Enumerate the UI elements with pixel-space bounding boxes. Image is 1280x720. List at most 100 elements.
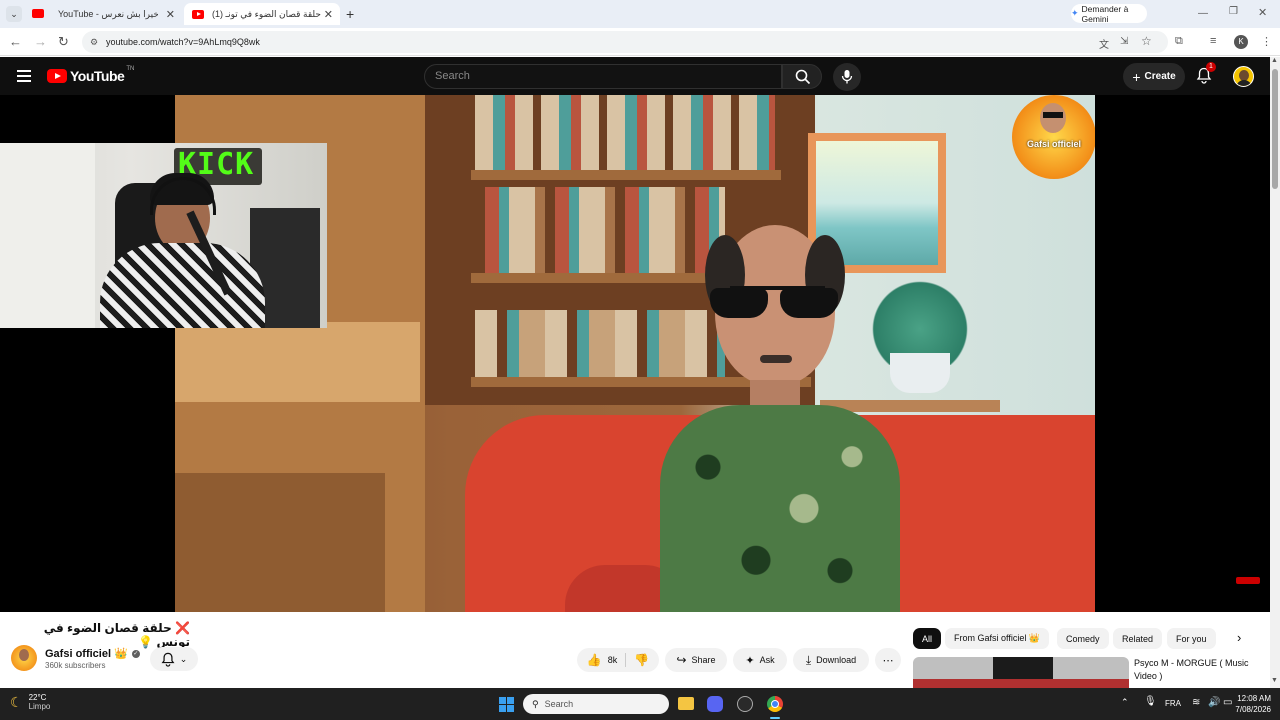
forward-icon[interactable]: → — [34, 34, 47, 49]
recommended-thumbnail[interactable] — [913, 657, 1129, 688]
sparkle-icon: ✦ — [745, 654, 755, 667]
notification-badge: 1 — [1206, 62, 1216, 72]
recommended-title[interactable]: Psyco M - MORGUE ( Music Video ) — [1134, 657, 1264, 683]
discord-icon[interactable] — [707, 696, 723, 712]
ask-label: Ask — [759, 655, 775, 665]
chip-for-you[interactable]: For you — [1167, 628, 1216, 649]
download-icon: ⤓ — [805, 652, 812, 667]
more-actions-button[interactable]: ⋯ — [875, 648, 901, 672]
chip-all[interactable]: All — [913, 628, 942, 649]
channel-avatar[interactable] — [11, 645, 37, 671]
share-label: Share — [691, 655, 716, 665]
close-window-icon[interactable]: ✕ — [1258, 6, 1267, 19]
country-code: TN — [126, 66, 135, 72]
weather-widget[interactable]: ☾ 22°C Limpo — [10, 693, 50, 711]
reload-icon[interactable]: ↻ — [58, 34, 69, 50]
install-icon[interactable]: ⇲ — [1120, 36, 1128, 47]
webcam-overlay: KICK — [0, 143, 327, 328]
chip-label: For you — [1176, 633, 1207, 644]
chip-related[interactable]: Related — [1113, 628, 1163, 649]
chip-from-channel[interactable]: From Gafsi officiel 👑 — [945, 628, 1050, 649]
youtube-play-icon — [47, 69, 67, 83]
tray-chevron-icon[interactable]: ⌃ — [1121, 697, 1129, 708]
download-button[interactable]: ⤓ Download — [793, 648, 869, 672]
reading-list-icon[interactable]: ≡ — [1210, 35, 1216, 47]
close-tab-icon[interactable]: ✕ — [324, 8, 333, 21]
gemini-icon: ✦ — [1071, 8, 1079, 18]
language-indicator[interactable]: FRA — [1165, 699, 1181, 708]
tray-mic-icon[interactable]: 🎙 — [1144, 696, 1157, 707]
subscription-notification-button[interactable]: ⌄ — [150, 647, 198, 671]
channel-watermark-logo: Gafsi officiel — [1012, 95, 1095, 179]
chrome-active-indicator — [770, 717, 780, 719]
bookmark-star-icon[interactable]: ☆ — [1141, 34, 1152, 48]
translate-icon[interactable]: 文 — [1099, 36, 1109, 51]
chip-label: From Gafsi officiel 👑 — [954, 633, 1041, 643]
chip-comedy[interactable]: Comedy — [1057, 628, 1109, 649]
browser-toolbar: ← → ↻ ⚙ youtube.com/watch?v=9AhLmq9Q8wk … — [0, 28, 1280, 56]
gemini-label: Demander à Gemini — [1081, 3, 1129, 24]
youtube-logo[interactable]: YouTube TN — [47, 66, 135, 84]
search-input[interactable]: Search — [424, 64, 782, 89]
ask-button[interactable]: ✦ Ask — [733, 648, 787, 672]
tab-title: (1) حلقة قصان الضوء في تونـ — [212, 8, 321, 19]
page-scrollbar[interactable]: ▲ ▼ — [1270, 57, 1280, 688]
streamer-shirt — [100, 243, 265, 328]
chips-next-chevron-icon[interactable]: › — [1237, 630, 1241, 645]
back-icon[interactable]: ← — [9, 34, 22, 49]
watermark-text: Gafsi officiel — [1026, 139, 1081, 149]
close-tab-icon[interactable]: ✕ — [166, 8, 175, 21]
hamburger-menu-icon[interactable] — [17, 70, 31, 82]
youtube-favicon-icon — [192, 9, 204, 19]
share-button[interactable]: ↪ Share — [665, 648, 727, 672]
dislike-button[interactable]: 👎 — [631, 653, 649, 667]
thumbs-down-icon: 👎 — [634, 653, 650, 667]
start-button[interactable] — [499, 697, 514, 712]
steam-icon[interactable] — [737, 696, 753, 712]
wifi-icon[interactable]: ≋ — [1192, 697, 1200, 708]
channel-name[interactable]: Gafsi officiel 👑 — [45, 647, 128, 660]
bell-icon — [161, 652, 175, 667]
search-icon: ⚲ — [532, 698, 539, 709]
search-icon — [795, 69, 811, 85]
taskbar-search[interactable]: ⚲ Search — [523, 694, 669, 714]
youtube-header: YouTube TN Search + Create 1 — [0, 57, 1280, 95]
account-avatar[interactable] — [1233, 66, 1254, 87]
more-icon: ⋯ — [882, 654, 894, 667]
tab-youtube-wedding[interactable]: YouTube - أخيرا بش نعرس 💍 ✕ — [50, 3, 182, 25]
maximize-icon[interactable]: ❐ — [1229, 6, 1238, 17]
new-tab-button[interactable]: + — [346, 6, 354, 22]
verified-icon: ✓ — [131, 649, 140, 658]
like-button[interactable]: 👍 8k — [587, 653, 627, 667]
volume-icon[interactable]: 🔊 — [1208, 697, 1220, 708]
voice-search-button[interactable] — [833, 63, 861, 91]
extensions-icon[interactable]: ⧉ — [1175, 35, 1183, 48]
site-info-icon[interactable]: ⚙ — [90, 31, 98, 53]
video-player[interactable]: Gafsi officiel KICK — [0, 95, 1270, 612]
sunglasses — [710, 280, 845, 318]
moon-icon: ☾ — [10, 693, 23, 710]
tab-active-video[interactable]: (1) حلقة قصان الضوء في تونـ ✕ — [184, 3, 340, 25]
chip-label: All — [922, 633, 933, 644]
create-button[interactable]: + Create — [1123, 63, 1185, 90]
chrome-icon[interactable] — [767, 696, 783, 712]
clock[interactable]: 12:08 AM 7/08/2026 — [1227, 693, 1271, 715]
minimize-icon[interactable]: — — [1198, 8, 1208, 19]
taskbar-search-label: Search — [544, 699, 574, 709]
pinned-youtube-icon[interactable] — [32, 9, 44, 18]
tab-title: YouTube - أخيرا بش نعرس 💍 — [58, 8, 158, 19]
ask-gemini-button[interactable]: ✦ Demander à Gemini — [1071, 3, 1147, 24]
channel-name-row[interactable]: Gafsi officiel 👑 ✓ — [45, 647, 140, 660]
video-title: ❌ حلقة قصان الضوء في تونس 💡 — [43, 621, 190, 649]
browser-menu-icon[interactable]: ⋮ — [1261, 35, 1272, 48]
clock-date: 7/08/2026 — [1235, 705, 1271, 714]
file-explorer-icon[interactable] — [678, 697, 694, 710]
camo-shirt — [660, 405, 900, 612]
url-text: youtube.com/watch?v=9AhLmq9Q8wk — [106, 37, 260, 47]
notifications-button[interactable]: 1 — [1196, 62, 1216, 85]
address-bar[interactable]: ⚙ youtube.com/watch?v=9AhLmq9Q8wk — [82, 31, 1168, 53]
search-button[interactable] — [782, 64, 822, 89]
profile-avatar[interactable]: K — [1234, 35, 1248, 49]
tab-list-dropdown-button[interactable]: ⌄ — [6, 6, 22, 22]
browser-tab-strip: ⌄ YouTube - أخيرا بش نعرس 💍 ✕ (1) حلقة ق… — [0, 0, 1280, 28]
